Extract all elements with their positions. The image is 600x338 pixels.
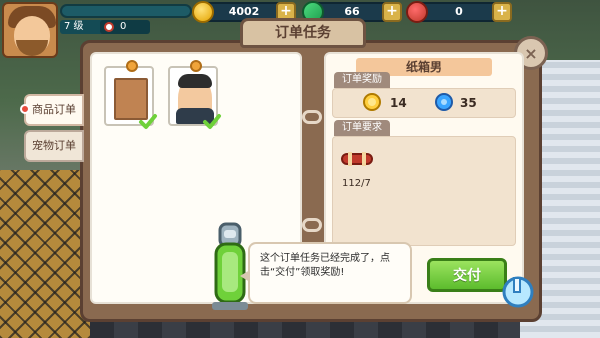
player-avatar[interactable] [2,2,58,58]
buy-hearts-button[interactable]: + [492,2,512,22]
customer-card-man[interactable] [168,60,221,129]
hearts-value: 0 [455,5,463,18]
deliver-button-label: 交付 [453,268,481,284]
requirement-section-label: 订单要求 [334,120,390,136]
coin-icon [192,1,214,23]
heart-icon [406,1,428,23]
spine-ring [302,218,322,232]
requirement-count: 112/7 [342,178,371,189]
man-hair [178,74,212,88]
buy-gems-button[interactable]: + [382,2,402,22]
sausage-icon [341,152,373,166]
checkmark-icon [203,114,221,129]
window-title: 订单任务 [240,18,366,48]
pin-icon [126,60,138,72]
tab-goods-orders[interactable]: 商品订单 [20,94,84,126]
xp-bar [60,4,192,18]
gem-icon [435,93,453,111]
mini-hearts-value: 0 [120,21,127,32]
hearts-counter: 0 + [406,1,512,23]
tab-pet-orders-label: 宠物订单 [32,139,76,152]
mini-hearts: 0 [100,20,150,34]
avatar-beard [16,40,48,56]
tab-pet-orders[interactable]: 宠物订单 [24,130,84,162]
reward-coins: 14 [390,96,407,110]
coin-icon [363,93,381,111]
tab-goods-orders-label: 商品订单 [32,103,76,116]
reward-gems: 35 [460,96,477,110]
spine-ring [302,110,322,124]
close-icon: × [524,43,538,63]
robot-assistant-icon [212,222,248,310]
notification-dot [20,104,30,114]
tap-hand-icon [502,276,534,308]
heart-icon [104,22,114,32]
reward-box [332,88,516,118]
scaffold-background [0,170,90,338]
tutorial-text: 这个订单任务已经完成了，点击“交付”领取奖励! [260,253,390,278]
gems-value: 66 [344,5,360,18]
tutorial-bubble: 这个订单任务已经完成了，点击“交付”领取奖励! [240,242,412,304]
checkmark-icon [139,114,157,129]
pin-icon [190,60,202,72]
reward-section-label: 订单奖励 [334,72,390,88]
deliver-button[interactable]: 交付 [427,258,507,292]
coins-value: 4002 [228,5,260,18]
customer-card-boxman[interactable] [104,60,157,129]
